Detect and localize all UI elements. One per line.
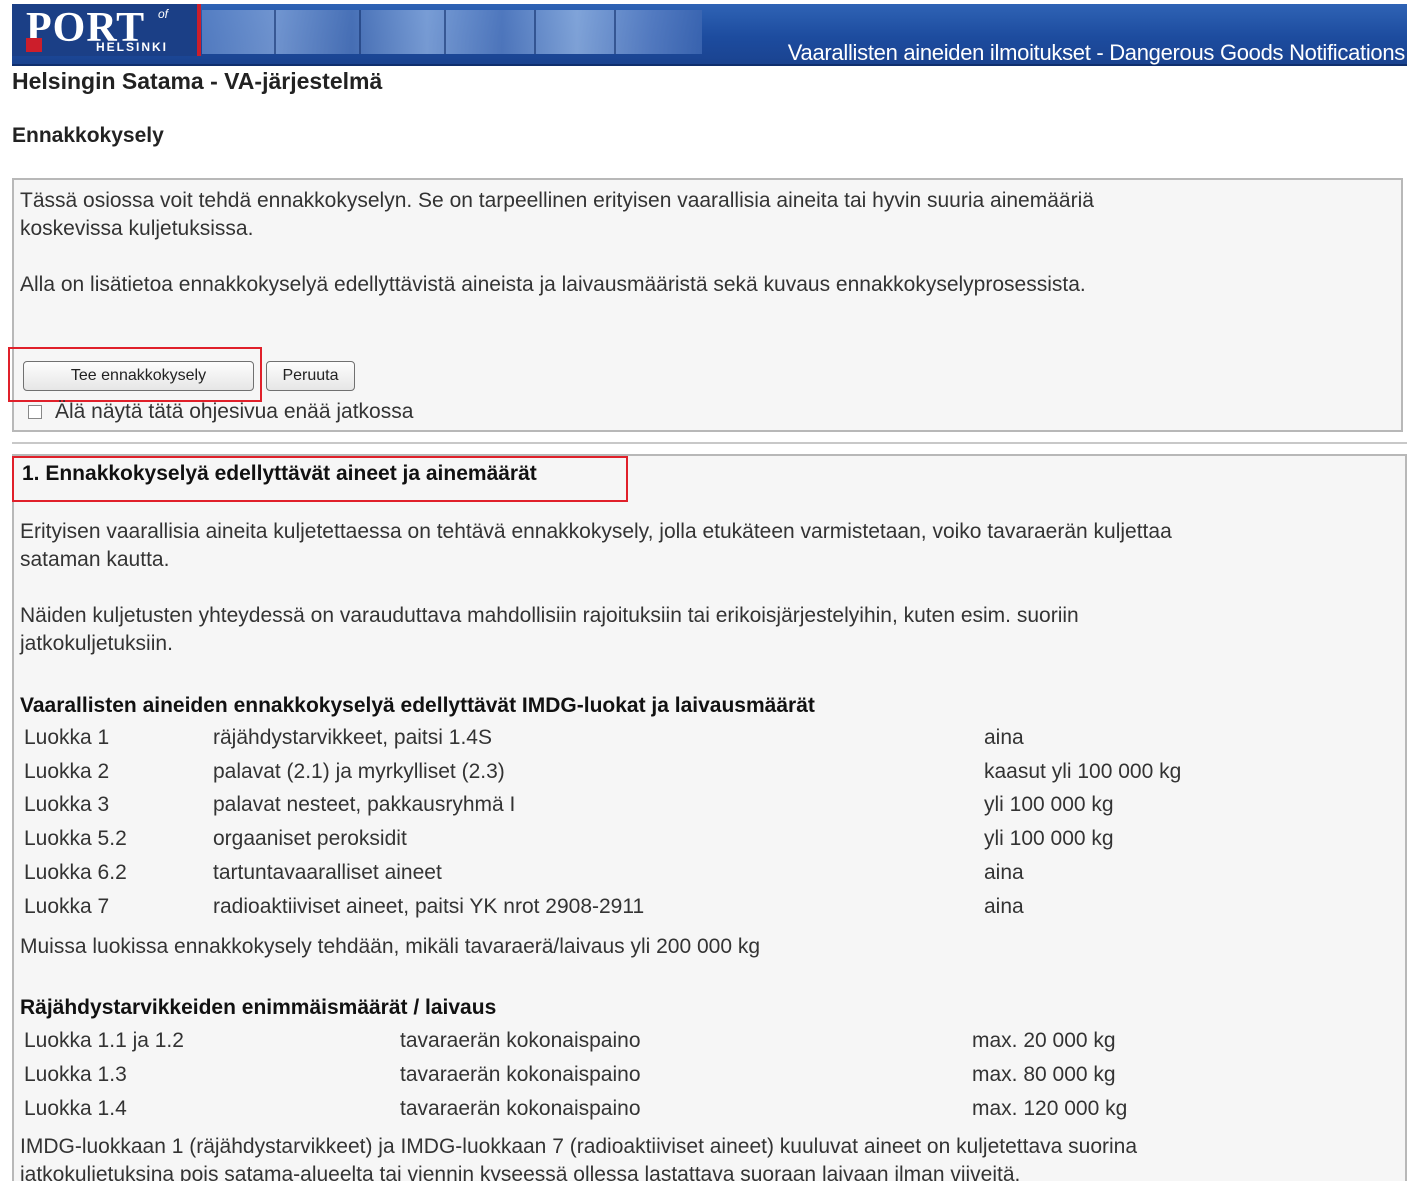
table-cell-class: Luokka 5.2 [24, 827, 127, 850]
table-cell-amount: max. 120 000 kg [972, 1097, 1128, 1120]
table2-heading: Räjähdystarvikkeiden enimmäismäärät / la… [20, 996, 497, 1019]
section1-heading: 1. Ennakkokyselyä edellyttävät aineet ja… [22, 462, 537, 485]
table-cell-class: Luokka 1 [24, 726, 110, 749]
table-cell-description: räjähdystarvikkeet, paitsi 1.4S [213, 726, 492, 749]
table-cell-description: tavaraerän kokonaispaino [400, 1063, 641, 1086]
section1-para2-line2: jatkokuljetuksiin. [20, 632, 173, 655]
table1-note: Muissa luokissa ennakkokysely tehdään, m… [20, 935, 761, 958]
section1-para1-line2: sataman kautta. [20, 548, 170, 571]
header-title: Vaarallisten aineiden ilmoitukset - Dang… [787, 40, 1406, 65]
logo-of-text: of [158, 7, 169, 21]
table-cell-class: Luokka 3 [24, 793, 110, 816]
table-cell-description: tavaraerän kokonaispaino [400, 1097, 641, 1120]
logo-city-text: HELSINKI [96, 40, 169, 54]
section-divider [12, 442, 1407, 444]
dont-show-label[interactable]: Älä näytä tätä ohjesivua enää jatkossa [55, 400, 413, 424]
table-cell-description: palavat nesteet, pakkausryhmä I [213, 793, 516, 816]
intro-text-para2: Alla on lisätietoa ennakkokyselyä edelly… [20, 273, 1086, 296]
table-cell-description: palavat (2.1) ja myrkylliset (2.3) [213, 760, 505, 783]
app-title: Helsingin Satama - VA-järjestelmä [12, 68, 383, 94]
table-cell-description: tavaraerän kokonaispaino [400, 1029, 641, 1052]
section1-para2-line1: Näiden kuljetusten yhteydessä on varaudu… [20, 604, 1079, 627]
table-cell-amount: max. 20 000 kg [972, 1029, 1116, 1052]
table-cell-class: Luokka 2 [24, 760, 110, 783]
table-cell-class: Luokka 1.3 [24, 1063, 127, 1086]
table-cell-amount: yli 100 000 kg [984, 793, 1114, 816]
dont-show-checkbox[interactable] [28, 405, 42, 419]
table-cell-amount: aina [984, 895, 1024, 918]
intro-text-line2: koskevissa kuljetuksissa. [20, 217, 254, 240]
port-of-helsinki-logo[interactable]: PORT of HELSINKI [12, 4, 201, 56]
photo-divider [612, 10, 616, 54]
cancel-button[interactable]: Peruuta [266, 361, 355, 391]
table-cell-class: Luokka 7 [24, 895, 110, 918]
info-panel [12, 454, 1407, 1181]
photo-divider [272, 10, 276, 54]
table-cell-description: tartuntavaaralliset aineet [213, 861, 442, 884]
table-cell-class: Luokka 1.4 [24, 1097, 127, 1120]
table-cell-amount: max. 80 000 kg [972, 1063, 1116, 1086]
header-photo-strip [202, 10, 702, 54]
table-cell-description: radioaktiiviset aineet, paitsi YK nrot 2… [213, 895, 645, 918]
table-cell-class: Luokka 1.1 ja 1.2 [24, 1029, 184, 1052]
table-cell-amount: kaasut yli 100 000 kg [984, 760, 1182, 783]
table1-heading: Vaarallisten aineiden ennakkokyselyä ede… [20, 694, 815, 717]
site-header: PORT of HELSINKI Vaarallisten aineiden i… [12, 4, 1407, 66]
footer-note-line1: IMDG-luokkaan 1 (räjähdystarvikkeet) ja … [20, 1135, 1138, 1158]
table-cell-amount: aina [984, 861, 1024, 884]
logo-mark-icon [26, 38, 42, 52]
page-title: Ennakkokysely [12, 124, 164, 147]
footer-note-line2: jatkokuljetuksina pois satama-alueelta t… [20, 1163, 1021, 1181]
photo-divider [357, 10, 361, 54]
table-cell-amount: aina [984, 726, 1024, 749]
photo-divider [442, 10, 446, 54]
table-cell-description: orgaaniset peroksidit [213, 827, 407, 850]
section1-para1-line1: Erityisen vaarallisia aineita kuljetetta… [20, 520, 1172, 543]
photo-divider [532, 10, 536, 54]
intro-text-line1: Tässä osiossa voit tehdä ennakkokyselyn.… [20, 189, 1094, 212]
table-cell-class: Luokka 6.2 [24, 861, 127, 884]
submit-inquiry-button[interactable]: Tee ennakkokysely [23, 361, 254, 391]
table-cell-amount: yli 100 000 kg [984, 827, 1114, 850]
